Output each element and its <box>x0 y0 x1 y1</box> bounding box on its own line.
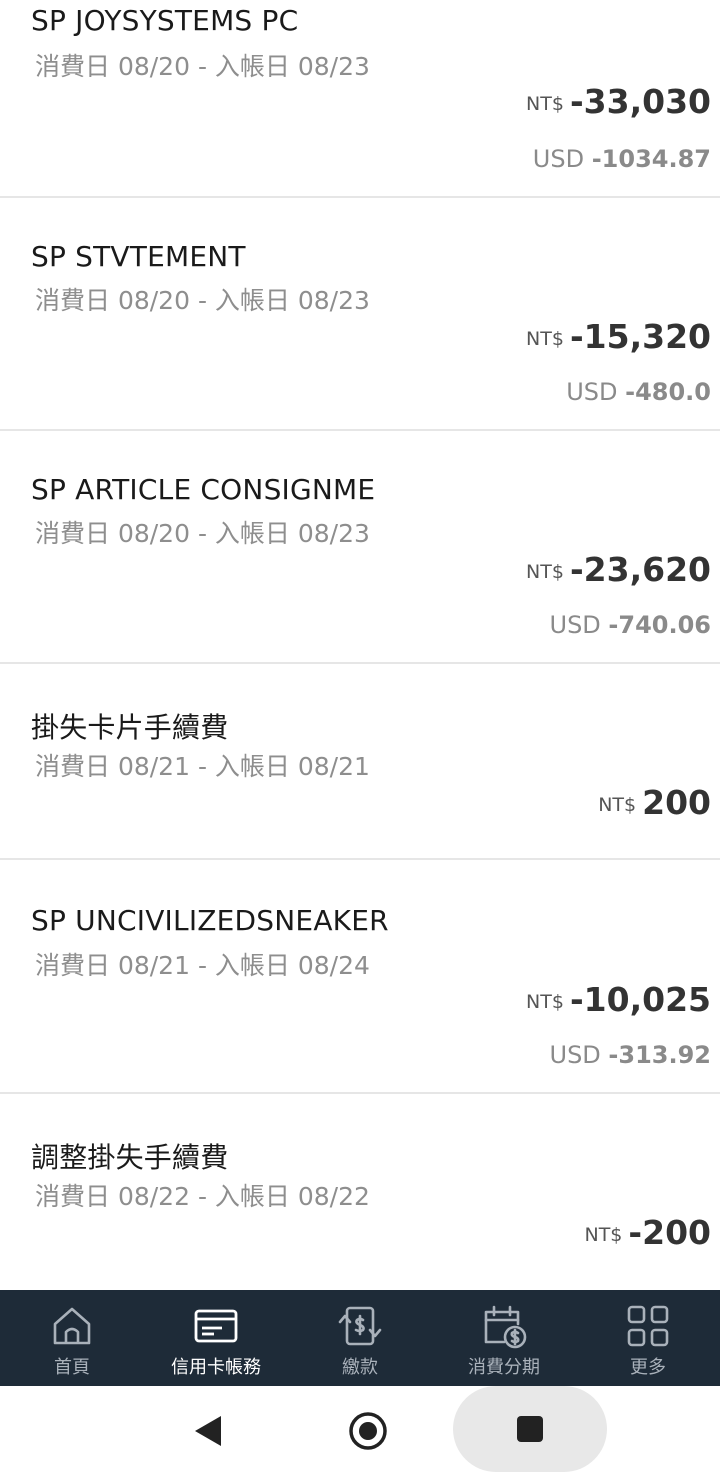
usd-label: USD <box>549 611 601 639</box>
amount-value: -33,030 <box>569 82 711 121</box>
recent-square-icon <box>517 1416 543 1442</box>
tab-label: 信用卡帳務 <box>171 1357 261 1378</box>
usd-value: -313.92 <box>608 1041 711 1069</box>
amount-ntd: NT$ -10,025 <box>526 980 711 1019</box>
back-button[interactable] <box>180 1401 236 1461</box>
transaction-dates: 消費日 08/20 - 入帳日 08/23 <box>35 286 370 315</box>
amount-usd: USD -740.06 <box>550 611 712 639</box>
transaction-item[interactable]: SP STVTEMENT 消費日 08/20 - 入帳日 08/23 NT$ -1… <box>0 198 720 431</box>
amount-value: 200 <box>642 783 711 822</box>
currency-label: NT$ <box>584 1224 623 1246</box>
tab-label: 繳款 <box>342 1357 378 1378</box>
tab-home[interactable]: 首頁 <box>0 1290 144 1386</box>
back-triangle-icon <box>195 1416 221 1446</box>
amount-value: -200 <box>628 1213 711 1252</box>
amount-ntd: NT$ -15,320 <box>526 317 711 356</box>
transaction-name: 掛失卡片手續費 <box>31 711 229 744</box>
tab-label: 消費分期 <box>468 1357 540 1378</box>
amount-usd: USD -313.92 <box>550 1041 712 1069</box>
tab-credit-card-account[interactable]: 信用卡帳務 <box>144 1290 288 1386</box>
transaction-dates: 消費日 08/21 - 入帳日 08/21 <box>35 752 370 781</box>
amount-ntd: NT$ 200 <box>598 783 711 822</box>
transaction-list[interactable]: SP JOYSYSTEMS PC 消費日 08/20 - 入帳日 08/23 N… <box>0 0 720 1290</box>
system-navigation-bar <box>0 1386 720 1475</box>
tab-installment[interactable]: 消費分期 <box>432 1290 576 1386</box>
currency-label: NT$ <box>526 328 564 350</box>
bottom-tab-bar: 首頁 信用卡帳務 繳款 消費分期 更多 <box>0 1290 720 1386</box>
transaction-item[interactable]: 調整掛失手續費 消費日 08/22 - 入帳日 08/22 NT$ -200 <box>0 1094 720 1290</box>
transaction-item[interactable]: 掛失卡片手續費 消費日 08/21 - 入帳日 08/21 NT$ 200 <box>0 664 720 860</box>
currency-label: NT$ <box>526 991 564 1013</box>
transaction-name: 調整掛失手續費 <box>31 1141 229 1174</box>
usd-value: -1034.87 <box>591 145 711 173</box>
transaction-dates: 消費日 08/21 - 入帳日 08/24 <box>35 951 370 980</box>
transaction-dates: 消費日 08/20 - 入帳日 08/23 <box>35 519 370 548</box>
amount-value: -23,620 <box>569 550 711 589</box>
tab-payment[interactable]: 繳款 <box>288 1290 432 1386</box>
currency-label: NT$ <box>598 794 637 816</box>
transaction-name: SP UNCIVILIZEDSNEAKER <box>31 904 389 937</box>
payment-icon <box>338 1306 382 1346</box>
amount-ntd: NT$ -23,620 <box>526 550 711 589</box>
tab-more[interactable]: 更多 <box>576 1290 720 1386</box>
tab-label: 更多 <box>630 1357 666 1378</box>
recent-apps-button[interactable] <box>453 1386 607 1472</box>
currency-label: NT$ <box>526 561 564 583</box>
usd-value: -480.0 <box>625 378 711 406</box>
transaction-name: SP ARTICLE CONSIGNME <box>31 473 376 506</box>
transaction-dates: 消費日 08/22 - 入帳日 08/22 <box>35 1182 370 1211</box>
usd-label: USD <box>532 145 585 173</box>
amount-ntd: NT$ -33,030 <box>526 82 711 121</box>
transaction-name: SP STVTEMENT <box>31 240 246 273</box>
amount-value: -15,320 <box>569 317 711 356</box>
amount-ntd: NT$ -200 <box>584 1213 711 1252</box>
transaction-item[interactable]: SP ARTICLE CONSIGNME 消費日 08/20 - 入帳日 08/… <box>0 431 720 664</box>
installment-calendar-icon <box>484 1305 527 1349</box>
usd-label: USD <box>566 378 618 406</box>
usd-value: -740.06 <box>608 611 711 639</box>
transaction-name: SP JOYSYSTEMS PC <box>31 4 299 37</box>
transaction-item[interactable]: SP UNCIVILIZEDSNEAKER 消費日 08/21 - 入帳日 08… <box>0 860 720 1094</box>
credit-card-icon <box>194 1309 238 1343</box>
amount-value: -10,025 <box>569 980 711 1019</box>
transaction-dates: 消費日 08/20 - 入帳日 08/23 <box>35 52 370 81</box>
amount-usd: USD -1034.87 <box>533 145 711 173</box>
transaction-item[interactable]: SP JOYSYSTEMS PC 消費日 08/20 - 入帳日 08/23 N… <box>0 0 720 198</box>
amount-usd: USD -480.0 <box>566 378 711 406</box>
tab-label: 首頁 <box>54 1357 90 1378</box>
grid-more-icon <box>627 1305 669 1347</box>
home-button[interactable] <box>340 1401 396 1461</box>
home-circle-icon <box>349 1412 387 1450</box>
currency-label: NT$ <box>526 93 564 115</box>
home-icon <box>53 1307 91 1345</box>
usd-label: USD <box>549 1041 601 1069</box>
